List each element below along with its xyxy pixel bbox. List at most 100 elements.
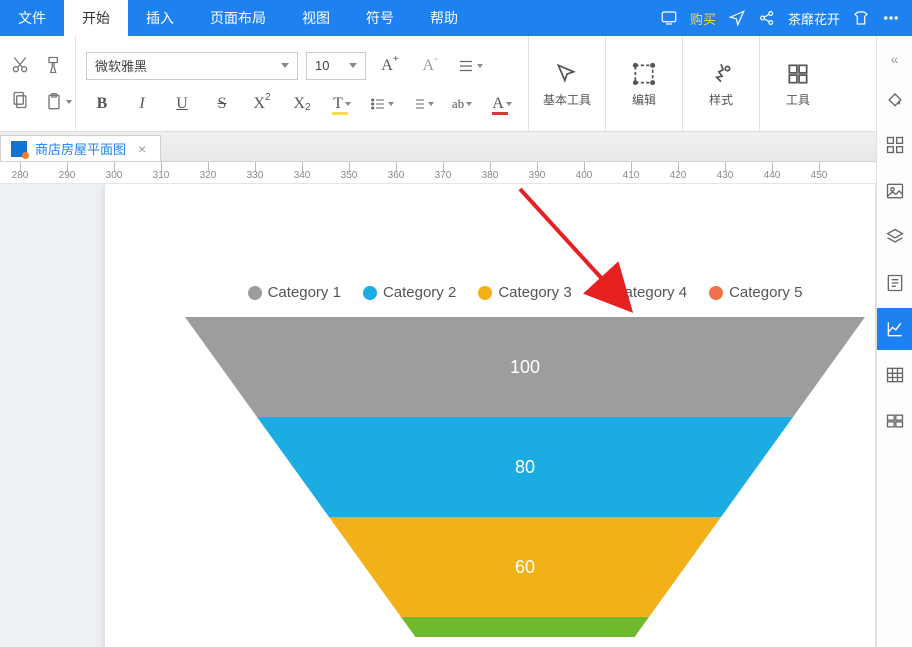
legend-dot-icon — [709, 286, 723, 300]
menu-symbol[interactable]: 符号 — [348, 0, 412, 36]
ruler: 280 290 300 310 320 330 340 350 360 370 380 390 400 4… — [0, 162, 912, 184]
font-group: 微软雅黑 10 A+ A- B I U S X2 X2 T ab A — [76, 36, 529, 131]
ruler-label: 390 — [529, 170, 546, 181]
ruler-label: 420 — [670, 170, 687, 181]
tshirt-icon[interactable] — [852, 9, 870, 27]
font-size-select[interactable]: 10 — [306, 52, 366, 80]
share-icon[interactable] — [758, 9, 776, 27]
ruler-label: 440 — [764, 170, 781, 181]
legend-dot-icon — [478, 286, 492, 300]
ruler-label: 430 — [717, 170, 734, 181]
menu-help[interactable]: 帮助 — [412, 0, 476, 36]
ruler-label: 450 — [811, 170, 828, 181]
legend-dot-icon — [363, 286, 377, 300]
decrease-font-button[interactable]: A- — [414, 52, 446, 80]
font-family-value: 微软雅黑 — [95, 56, 147, 75]
style-button[interactable]: 样式 — [693, 61, 749, 108]
tools-button[interactable]: 工具 — [770, 61, 826, 108]
legend-dot-icon — [248, 286, 262, 300]
font-size-value: 10 — [315, 58, 329, 73]
edit-button[interactable]: 编辑 — [616, 61, 672, 108]
document-tab[interactable]: 商店房屋平面图 × — [0, 135, 161, 161]
numbering-button[interactable] — [406, 90, 438, 118]
username-label[interactable]: 茶靡花开 — [788, 9, 840, 28]
legend-label: Category 2 — [383, 284, 456, 301]
close-tab-button[interactable]: × — [134, 141, 150, 157]
buy-link[interactable]: 购买 — [690, 9, 716, 28]
italic-button[interactable]: I — [126, 90, 158, 118]
ruler-label: 280 — [12, 170, 29, 181]
text-highlight-button[interactable]: T — [326, 90, 358, 118]
app-logo-icon — [11, 141, 27, 157]
increase-font-button[interactable]: A+ — [374, 52, 406, 80]
menu-view[interactable]: 视图 — [284, 0, 348, 36]
bold-button[interactable]: B — [86, 90, 118, 118]
chevron-down-icon — [349, 63, 357, 68]
funnel-segment[interactable]: 60 — [329, 517, 721, 617]
document-tabs: 商店房屋平面图 × — [0, 132, 912, 162]
basic-tools-group: 基本工具 — [529, 36, 606, 131]
tools-group: 工具 — [760, 36, 836, 131]
legend-label: Category 5 — [729, 284, 802, 301]
ruler-label: 350 — [341, 170, 358, 181]
text-transform-button[interactable]: ab — [446, 90, 478, 118]
grid-panel-button[interactable] — [877, 400, 912, 442]
send-icon[interactable] — [728, 9, 746, 27]
font-family-select[interactable]: 微软雅黑 — [86, 52, 298, 80]
ruler-label: 370 — [435, 170, 452, 181]
menu-page-layout[interactable]: 页面布局 — [192, 0, 284, 36]
notes-panel-button[interactable] — [877, 262, 912, 304]
legend-label: Category 1 — [268, 284, 341, 301]
ruler-label: 360 — [388, 170, 405, 181]
style-group: 样式 — [683, 36, 760, 131]
ruler-label: 320 — [200, 170, 217, 181]
canvas[interactable]: Category 1Category 2Category 3Category 4… — [0, 184, 876, 647]
superscript-button[interactable]: X2 — [246, 90, 278, 118]
menu-insert[interactable]: 插入 — [128, 0, 192, 36]
fill-panel-button[interactable] — [877, 78, 912, 120]
bullets-button[interactable] — [366, 90, 398, 118]
document-tab-title: 商店房屋平面图 — [35, 139, 126, 158]
feedback-icon[interactable] — [660, 9, 678, 27]
chart-panel-button[interactable] — [877, 308, 912, 350]
more-icon[interactable] — [882, 9, 900, 27]
layers-panel-button[interactable] — [877, 216, 912, 258]
ribbon-toolbar: 微软雅黑 10 A+ A- B I U S X2 X2 T ab A — [0, 36, 912, 132]
ruler-label: 290 — [59, 170, 76, 181]
ruler-label: 400 — [576, 170, 593, 181]
paste-icon[interactable] — [44, 92, 72, 112]
main-menubar: 文件 开始 插入 页面布局 视图 符号 帮助 购买 茶靡花开 — [0, 0, 912, 36]
strikethrough-button[interactable]: S — [206, 90, 238, 118]
funnel-segment[interactable]: 80 — [257, 417, 793, 517]
format-painter-icon[interactable] — [44, 55, 64, 80]
collapse-panel-button[interactable]: « — [886, 44, 904, 74]
shapes-panel-button[interactable] — [877, 124, 912, 166]
edit-group: 编辑 — [606, 36, 683, 131]
ruler-label: 410 — [623, 170, 640, 181]
funnel-body: 1008060 — [185, 317, 865, 647]
subscript-button[interactable]: X2 — [286, 90, 318, 118]
clipboard-group — [0, 36, 76, 131]
menu-start[interactable]: 开始 — [64, 0, 128, 36]
line-spacing-button[interactable] — [454, 52, 486, 80]
table-panel-button[interactable] — [877, 354, 912, 396]
ruler-label: 300 — [106, 170, 123, 181]
funnel-segment[interactable] — [401, 617, 649, 637]
legend-item[interactable]: Category 2 — [363, 284, 456, 301]
image-panel-button[interactable] — [877, 170, 912, 212]
basic-tools-button[interactable]: 基本工具 — [539, 61, 595, 108]
menu-right: 购买 茶靡花开 — [660, 0, 912, 36]
font-color-button[interactable]: A — [486, 90, 518, 118]
legend-item[interactable]: Category 1 — [248, 284, 341, 301]
copy-icon[interactable] — [10, 90, 30, 115]
ruler-label: 380 — [482, 170, 499, 181]
underline-button[interactable]: U — [166, 90, 198, 118]
chevron-down-icon — [281, 63, 289, 68]
ruler-label: 340 — [294, 170, 311, 181]
right-side-panel: « — [876, 36, 912, 647]
ruler-label: 310 — [153, 170, 170, 181]
legend-item[interactable]: Category 5 — [709, 284, 802, 301]
menu-file[interactable]: 文件 — [0, 0, 64, 36]
cut-icon[interactable] — [10, 55, 30, 80]
ruler-label: 330 — [247, 170, 264, 181]
